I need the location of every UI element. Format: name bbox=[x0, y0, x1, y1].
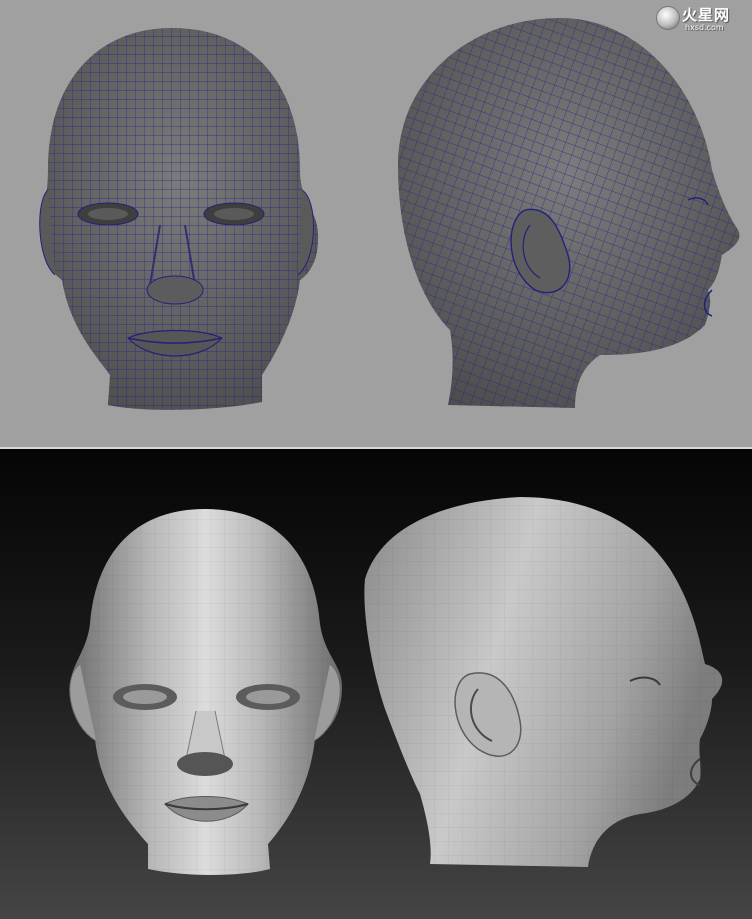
site-logo: 火星网 hxsd.com bbox=[654, 4, 746, 34]
front-wireframe-head bbox=[39, 28, 319, 410]
shaded-panel bbox=[0, 449, 752, 919]
logo-brand-text: 火星网 bbox=[682, 6, 731, 24]
shaded-render bbox=[69, 497, 723, 875]
logo-domain-text: hxsd.com bbox=[685, 23, 724, 32]
hxsd-logo-icon bbox=[656, 6, 680, 30]
front-shaded-head bbox=[69, 509, 342, 875]
side-wireframe-head bbox=[398, 18, 740, 408]
wireframe-render bbox=[39, 18, 740, 410]
wireframe-panel: 火星网 hxsd.com bbox=[0, 0, 752, 449]
side-shaded-head bbox=[364, 497, 723, 867]
